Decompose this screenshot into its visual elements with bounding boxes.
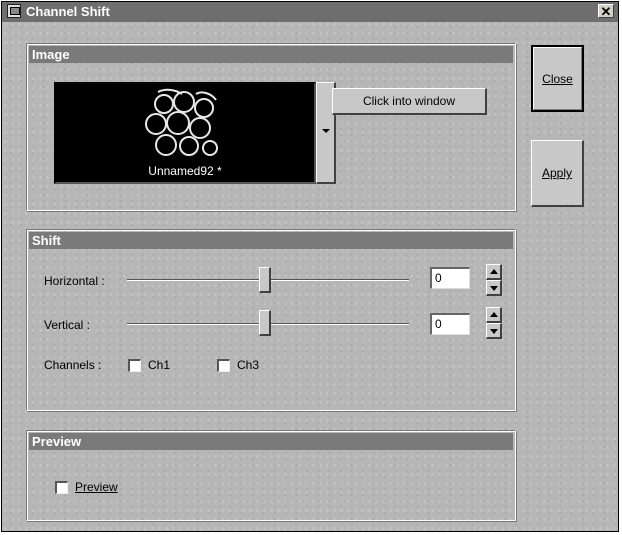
arrow-down-icon [490, 286, 498, 291]
preview-group-heading: Preview [29, 433, 513, 450]
chevron-down-icon [322, 129, 330, 133]
horizontal-slider-knob[interactable] [259, 267, 271, 293]
ch1-checkbox[interactable] [128, 359, 141, 372]
image-group-heading: Image [29, 46, 513, 63]
app-icon [7, 4, 21, 18]
horizontal-spin-up[interactable] [486, 264, 502, 280]
preview-label-text: Preview [75, 480, 118, 494]
arrow-up-icon [490, 312, 498, 317]
thumbnail-caption: Unnamed92 * [148, 164, 222, 178]
ch3-label: Ch3 [237, 358, 260, 372]
horizontal-label: Horizontal : [44, 274, 105, 288]
apply-button-label: Apply [541, 166, 573, 180]
vertical-value-field[interactable]: 0 [430, 313, 470, 335]
arrow-down-icon [490, 329, 498, 334]
click-into-window-button[interactable]: Click into window [332, 88, 487, 115]
vertical-spin-up[interactable] [486, 307, 502, 323]
shift-group: Shift Horizontal : 0 Vertical : 0 Channe… [26, 229, 516, 411]
channels-label: Channels : [44, 358, 102, 372]
arrow-up-icon [490, 269, 498, 274]
window-close-button[interactable]: ✕ [598, 4, 614, 18]
vertical-label: Vertical : [44, 318, 91, 332]
horizontal-value-field[interactable]: 0 [430, 267, 470, 289]
ch1-label: Ch1 [148, 358, 171, 372]
apply-button[interactable]: Apply [531, 140, 584, 207]
vertical-spin-down[interactable] [486, 323, 502, 339]
cell-image-preview [145, 88, 218, 156]
horizontal-spin-down[interactable] [486, 280, 502, 296]
preview-label: Preview [75, 480, 118, 494]
window-title: Channel Shift [26, 4, 110, 19]
preview-group: Preview Preview [26, 430, 516, 521]
image-group: Image Unnamed92 * Click into window [26, 43, 516, 211]
shift-group-heading: Shift [29, 232, 513, 249]
close-button-label: Close [542, 72, 573, 86]
vertical-slider-knob[interactable] [259, 310, 271, 336]
close-button[interactable]: Close [531, 45, 584, 112]
preview-checkbox[interactable] [55, 481, 68, 494]
image-thumbnail[interactable]: Unnamed92 * [54, 82, 316, 184]
title-bar: Channel Shift ✕ [2, 2, 618, 22]
channel-shift-dialog: Channel Shift ✕ Close Apply Image Unname… [1, 1, 619, 532]
ch3-checkbox[interactable] [217, 359, 230, 372]
